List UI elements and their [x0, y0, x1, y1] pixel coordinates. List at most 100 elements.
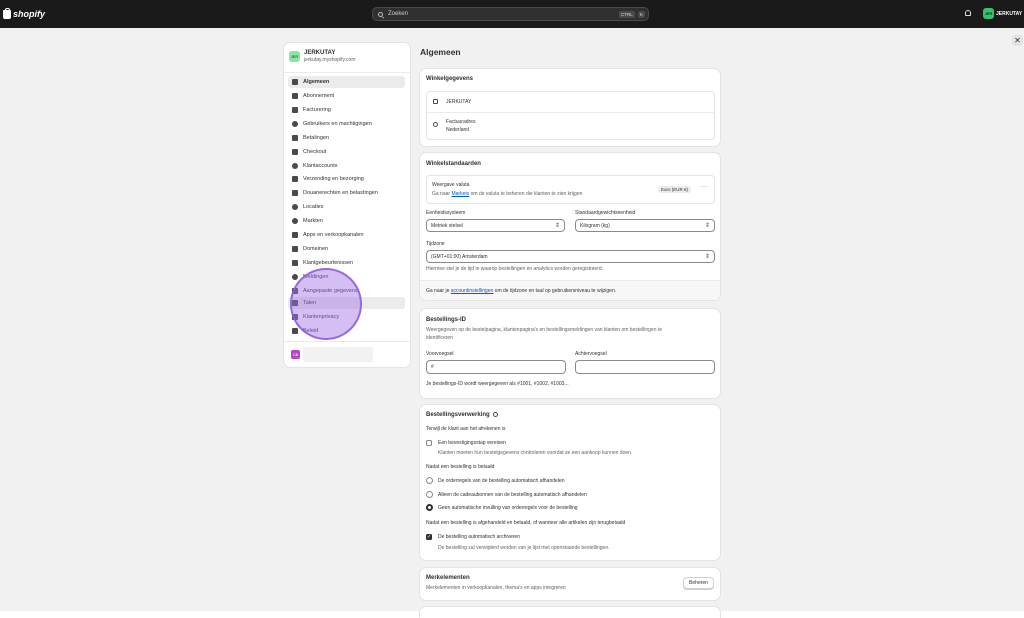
store-details-card: Winkelgegevens JERKUTAY Factuuradres Ned… [420, 69, 720, 146]
order-id-description-1: Weergegeven op de bestelpagina, klantenp… [426, 327, 663, 333]
events-icon [292, 260, 298, 266]
order-id-description-2: identificeren [426, 335, 453, 341]
shopify-logo[interactable]: shopify [3, 7, 45, 19]
unit-system-value: Metriek stelsel [431, 223, 463, 229]
fulfill-giftcards-radio[interactable] [426, 491, 433, 498]
location-icon [292, 204, 298, 210]
sidebar-item-apps[interactable]: Apps en verkoopkanalen [288, 229, 405, 241]
sidebar-item-label: Meldingen [303, 274, 329, 280]
auto-archive-checkbox[interactable]: ✓ [426, 534, 432, 540]
sidebar-item-klantaccounts[interactable]: Klantaccounts [288, 160, 405, 172]
sidebar-item-verzending[interactable]: Verzending en bezorging [288, 173, 405, 185]
confirm-step-checkbox[interactable] [426, 440, 432, 446]
confirm-step-label: Een bevestigingsstap vereisen [438, 440, 506, 446]
search-bar[interactable]: Zoeken CTRL K [372, 7, 649, 21]
sidebar-store-header[interactable]: JER JERKUTAY jerkutay.myshopify.com [289, 50, 356, 63]
fulfill-giftcards-label: Alleen de cadeaubonnen van de bestelling… [438, 492, 587, 498]
store-menu-button[interactable]: JER JERKUTAY [983, 8, 1022, 19]
location-icon [433, 122, 438, 127]
sidebar-item-aangepaste-gegevens[interactable]: Aangepaste gegevens [288, 285, 405, 297]
sidebar-item-label: Klantgebeurtenissen [303, 260, 354, 266]
brand-description: Merkelementen in verkoopkanalen, thema's… [426, 585, 566, 591]
sidebar-item-markten[interactable]: Markten [288, 215, 405, 227]
confirm-step-help: Klanten moeten hun bestelgegevens contro… [438, 450, 633, 456]
sidebar-item-label: Algemeen [303, 79, 330, 85]
manage-brand-button[interactable]: Beheren [683, 577, 714, 589]
next-card-edge [420, 607, 720, 618]
select-chevron-icon: ⇕ [704, 254, 710, 260]
sidebar-item-algemeen[interactable]: Algemeen [288, 76, 405, 88]
currency-label: Weergave valuta [432, 182, 470, 188]
sidebar-item-beleid[interactable]: Beleid [288, 325, 405, 337]
store-name-row[interactable]: JERKUTAY [427, 92, 714, 113]
no-autofulfill-radio[interactable] [426, 504, 433, 511]
weight-unit-value: Kilogram (kg) [580, 223, 610, 229]
store-details-box[interactable]: JERKUTAY Factuuradres Nederland [426, 91, 715, 140]
sidebar-item-meldingen[interactable]: Meldingen [288, 271, 405, 283]
settings-sidebar: JER JERKUTAY jerkutay.myshopify.com Alge… [284, 43, 410, 367]
fulfill-all-label: De orderregels van de bestelling automat… [438, 478, 565, 484]
sidebar-item-klantgebeurtenissen[interactable]: Klantgebeurtenissen [288, 257, 405, 269]
sidebar-item-domeinen[interactable]: Domeinen [288, 243, 405, 255]
weight-unit-select[interactable]: Kilogram (kg) ⇕ [575, 219, 715, 232]
billing-address-row[interactable]: Factuuradres Nederland [427, 113, 714, 140]
unit-system-label: Eenheidssysteem [426, 210, 466, 216]
tax-icon [292, 190, 298, 196]
person-icon [292, 163, 298, 169]
sidebar-item-douanerechten[interactable]: Douanerechten en belastingen [288, 187, 405, 199]
sidebar-item-abonnement[interactable]: Abonnement [288, 90, 405, 102]
currency-more-icon[interactable]: ··· [700, 184, 709, 190]
admin-topbar: shopify Zoeken CTRL K JER JERKUTAY [0, 0, 1024, 28]
auto-archive-help: De bestelling zal verwijderd worden van … [438, 545, 610, 551]
unit-system-select[interactable]: Metriek stelsel ⇕ [426, 219, 565, 232]
search-icon [378, 11, 383, 17]
shortcut-key-k: K [638, 11, 646, 18]
markets-link[interactable]: Markets [451, 191, 469, 197]
close-settings-button[interactable]: ✕ [1012, 35, 1023, 46]
suffix-input[interactable] [575, 360, 715, 374]
currency-box[interactable]: Weergave valuta Ga naar Markets om de va… [426, 175, 715, 204]
language-icon [292, 300, 298, 306]
sidebar-item-checkout[interactable]: Checkout [288, 146, 405, 158]
prefix-input[interactable]: # [426, 360, 566, 374]
info-icon[interactable] [492, 412, 498, 417]
sidebar-item-gebruikers[interactable]: Gebruikers en machtigingen [288, 118, 405, 130]
payments-icon [292, 135, 298, 141]
notifications-bell-icon[interactable] [965, 10, 971, 16]
sidebar-item-locaties[interactable]: Locaties [288, 201, 405, 213]
sidebar-user[interactable]: GB [291, 347, 373, 362]
account-settings-hint: Ga naar je accountinstellingen om de tij… [426, 288, 617, 294]
no-autofulfill-label: Geen automatische invulling van orderreg… [438, 505, 578, 511]
timezone-select[interactable]: (GMT+01:00) Amsterdam ⇕ [426, 250, 715, 263]
order-processing-card: Bestellingsverwerking Terwijl de klant a… [420, 405, 720, 560]
paid-heading: Nadat een bestelling is betaald [426, 464, 495, 470]
user-avatar: GB [291, 350, 300, 359]
checkout-heading: Terwijl de klant aan het afrekenen is [426, 426, 506, 432]
store-name: JERKUTAY [996, 10, 1023, 17]
sidebar-item-label: Markten [303, 218, 323, 224]
sidebar-item-klantenprivacy[interactable]: Klantenprivacy [288, 311, 405, 323]
account-settings-link[interactable]: accountinstellingen [451, 288, 494, 294]
users-icon [292, 121, 298, 127]
sidebar-item-label: Aangepaste gegevens [303, 288, 358, 294]
sidebar-item-facturering[interactable]: Facturering [288, 104, 405, 116]
billing-country: Nederland [446, 127, 470, 133]
globe-icon [292, 218, 298, 224]
sidebar-item-betalingen[interactable]: Betalingen [288, 132, 405, 144]
store-avatar: JER [983, 8, 994, 19]
search-input[interactable]: Zoeken [388, 11, 408, 17]
sidebar-item-label: Klantenprivacy [303, 314, 340, 320]
truck-icon [292, 176, 298, 182]
auto-archive-label: De bestelling automatisch archiveren [438, 534, 520, 540]
fulfill-all-radio[interactable] [426, 477, 433, 484]
user-name-redacted [303, 347, 373, 362]
sidebar-item-talen[interactable]: Talen [288, 297, 405, 309]
chart-icon [292, 93, 298, 99]
sidebar-store-name: JERKUTAY [304, 50, 336, 56]
sidebar-item-label: Talen [303, 300, 317, 306]
select-chevron-icon: ⇕ [704, 223, 710, 229]
shortcut-key-ctrl: CTRL [619, 11, 635, 18]
sidebar-store-avatar: JER [289, 51, 300, 62]
cart-icon [292, 149, 298, 155]
store-details-title: Winkelgegevens [426, 76, 473, 82]
